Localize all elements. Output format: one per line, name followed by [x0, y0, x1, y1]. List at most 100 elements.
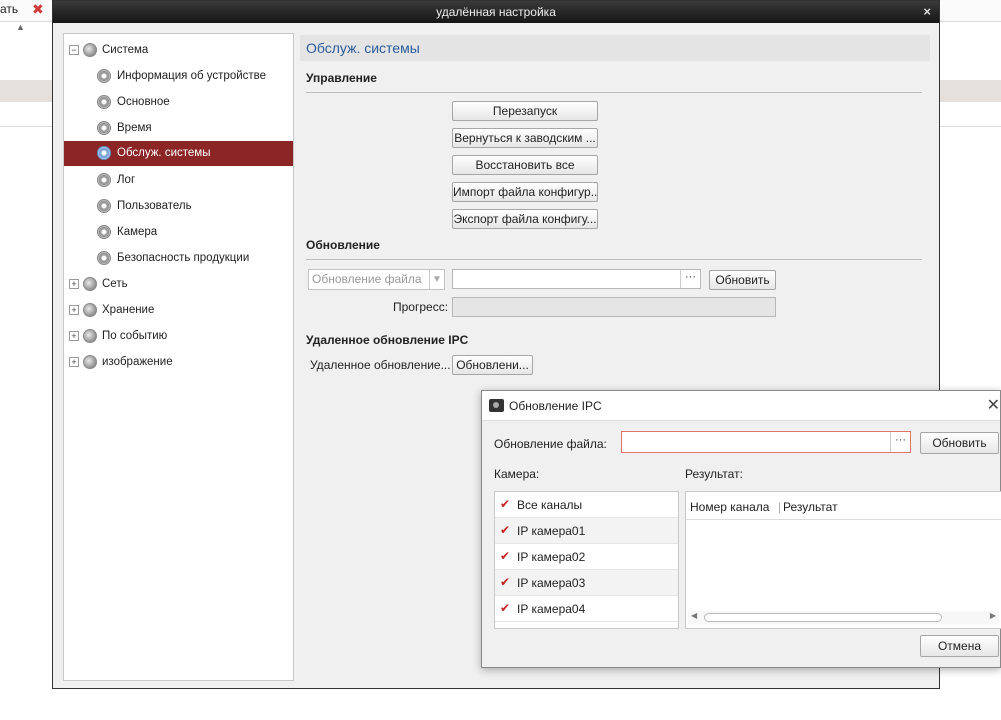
dialog-update-button[interactable]: Обновить: [920, 432, 999, 454]
window-titlebar: удалённая настройка ×: [53, 1, 939, 23]
update-type-value: Обновление файла: [312, 272, 422, 286]
factory-reset-button[interactable]: Вернуться к заводским ...: [452, 128, 598, 148]
progress-label: Прогресс:: [393, 300, 449, 314]
column-header-result[interactable]: Результат: [783, 500, 838, 514]
list-item[interactable]: ✔ Все каналы: [495, 492, 678, 518]
chevron-down-icon[interactable]: ▼: [429, 270, 444, 289]
management-title: Управление: [306, 71, 377, 85]
tree-item-basic[interactable]: Основное: [64, 90, 293, 114]
browse-icon[interactable]: ···: [680, 270, 700, 288]
ipc-update-dialog: Обновление IPC ✕ Обновление файла: ··· О…: [481, 390, 1001, 668]
browse-icon[interactable]: ···: [890, 432, 910, 452]
tree-item-label: По событию: [102, 330, 168, 342]
gear-icon: [97, 146, 111, 160]
checkbox-checked-icon[interactable]: ✔: [500, 550, 511, 562]
gear-icon: [97, 69, 111, 83]
background-toolbar-label: ать: [0, 2, 19, 16]
tree-item-storage[interactable]: + Хранение: [64, 298, 293, 322]
tree-item-label: Пользователь: [117, 200, 192, 212]
tree-item-label: Хранение: [102, 304, 155, 316]
close-icon[interactable]: ✕: [987, 395, 1000, 415]
scroll-right-icon[interactable]: ▶: [990, 611, 996, 620]
column-header-channel[interactable]: Номер канала: [690, 500, 769, 514]
tree-item-label: Основное: [117, 96, 170, 108]
restore-all-button[interactable]: Восстановить все: [452, 155, 598, 175]
result-table-header: Номер канала | Результат: [686, 492, 1001, 520]
camera-label-text: IP камера02: [517, 550, 586, 564]
horizontal-scrollbar[interactable]: ◀ ▶: [688, 611, 999, 624]
tree-item-network[interactable]: + Сеть: [64, 272, 293, 296]
tree-item-label: Сеть: [102, 278, 128, 290]
tree-item-log[interactable]: Лог: [64, 168, 293, 192]
tree-item-time[interactable]: Время: [64, 116, 293, 140]
dialog-titlebar: Обновление IPC ✕: [482, 391, 1000, 421]
checkbox-checked-icon[interactable]: ✔: [500, 524, 511, 536]
camera-label-text: IP камера01: [517, 524, 586, 538]
scroll-left-icon[interactable]: ◀: [691, 611, 697, 620]
globe-icon: [83, 277, 97, 291]
camera-label: Камера:: [494, 467, 540, 481]
list-item[interactable]: ✔ IP камера04: [495, 596, 678, 622]
checkbox-checked-icon[interactable]: ✔: [500, 498, 511, 510]
tree-item-camera[interactable]: Камера: [64, 220, 293, 244]
expand-icon[interactable]: +: [69, 331, 79, 341]
reboot-button[interactable]: Перезапуск: [452, 101, 598, 121]
camera-list: ✔ Все каналы ✔ IP камера01 ✔ IP камера02…: [494, 491, 679, 629]
dialog-title: Обновление IPC: [509, 399, 602, 413]
update-type-select[interactable]: Обновление файла ▼: [308, 269, 445, 290]
close-icon[interactable]: ×: [923, 1, 931, 23]
checkbox-checked-icon[interactable]: ✔: [500, 602, 511, 614]
tree-item-label: Камера: [117, 226, 158, 238]
list-item[interactable]: ✔ IP камера02: [495, 544, 678, 570]
remote-update-label: Удаленное обновление...: [310, 358, 451, 372]
update-title: Обновление: [306, 238, 380, 252]
dialog-file-input[interactable]: ···: [621, 431, 911, 453]
tree-item-label: изображение: [102, 356, 173, 368]
camera-label-text: IP камера03: [517, 576, 586, 590]
sort-arrow-icon: ▲: [16, 22, 25, 32]
tree-item-label: Безопасность продукции: [117, 252, 250, 264]
tree-item-label: Обслуж. системы: [117, 147, 211, 159]
checkbox-checked-icon[interactable]: ✔: [500, 576, 511, 588]
globe-icon: [83, 355, 97, 369]
section-title: Обслуж. системы: [300, 35, 930, 61]
remote-update-button[interactable]: Обновлени...: [452, 355, 533, 375]
tree-item-label: Лог: [117, 174, 136, 186]
expand-icon[interactable]: +: [69, 305, 79, 315]
result-table: Номер канала | Результат ◀ ▶: [685, 491, 1001, 629]
update-file-input[interactable]: ···: [452, 269, 701, 289]
globe-icon: [83, 329, 97, 343]
settings-tree: − Система Информация об устройстве Основ…: [63, 33, 294, 681]
list-item[interactable]: ✔ IP камера01: [495, 518, 678, 544]
gear-icon: [97, 199, 111, 213]
export-config-button[interactable]: Экспорт файла конфигу...: [452, 209, 598, 229]
import-config-button[interactable]: Импорт файла конфигур...: [452, 182, 598, 202]
tree-item-label: Информация об устройстве: [117, 70, 267, 82]
expand-icon[interactable]: +: [69, 357, 79, 367]
list-item[interactable]: ✔ IP камера03: [495, 570, 678, 596]
update-button[interactable]: Обновить: [709, 270, 776, 290]
globe-icon: [83, 43, 97, 57]
delete-icon[interactable]: ✖: [32, 1, 44, 18]
camera-icon: [489, 399, 504, 412]
divider: [306, 259, 922, 260]
cancel-button[interactable]: Отмена: [920, 635, 999, 657]
camera-label-text: IP камера04: [517, 602, 586, 616]
divider: [306, 92, 922, 93]
dialog-file-label: Обновление файла:: [494, 437, 607, 451]
tree-item-product-security[interactable]: Безопасность продукции: [64, 246, 293, 270]
tree-item-maintenance[interactable]: Обслуж. системы: [64, 141, 293, 166]
tree-item-label: Система: [102, 44, 149, 56]
tree-item-system[interactable]: − Система: [64, 38, 293, 62]
gear-icon: [97, 121, 111, 135]
remote-update-title: Удаленное обновление IPC: [306, 333, 469, 347]
tree-item-device-info[interactable]: Информация об устройстве: [64, 64, 293, 88]
scrollbar-thumb[interactable]: [704, 613, 942, 622]
tree-item-image[interactable]: + изображение: [64, 350, 293, 374]
tree-item-user[interactable]: Пользователь: [64, 194, 293, 218]
collapse-icon[interactable]: −: [69, 45, 79, 55]
tree-item-event[interactable]: + По событию: [64, 324, 293, 348]
expand-icon[interactable]: +: [69, 279, 79, 289]
result-label: Результат:: [685, 467, 743, 481]
camera-label-text: Все каналы: [517, 498, 583, 512]
